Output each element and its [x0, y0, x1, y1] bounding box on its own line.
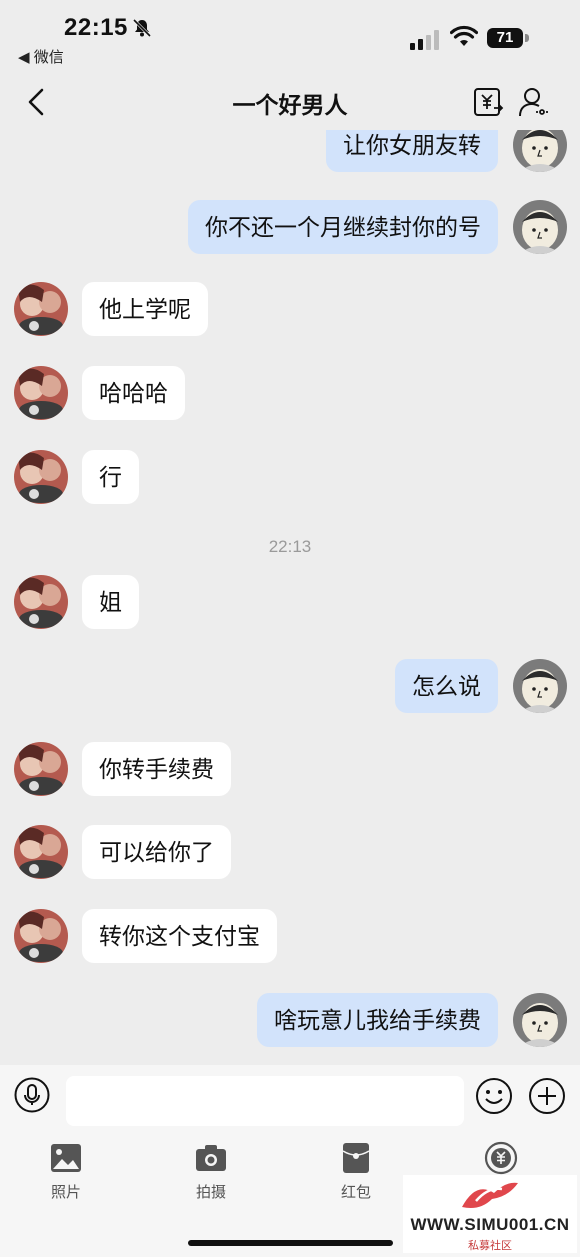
- outgoing-message-bubble[interactable]: 让你女朋友转: [326, 130, 498, 172]
- transfer-icon: [484, 1141, 518, 1175]
- my-avatar[interactable]: [513, 200, 567, 254]
- battery-indicator: 71: [487, 28, 523, 48]
- my-avatar[interactable]: [513, 130, 567, 172]
- incoming-message-bubble[interactable]: 哈哈哈: [82, 366, 185, 420]
- my-avatar[interactable]: [513, 659, 567, 713]
- contact-avatar[interactable]: [14, 366, 68, 420]
- contact-avatar[interactable]: [14, 825, 68, 879]
- red-packet-icon: [342, 1143, 370, 1173]
- more-plus-icon[interactable]: [528, 1077, 566, 1115]
- transfer-yuan-icon[interactable]: [472, 86, 504, 118]
- message-input[interactable]: [66, 1076, 464, 1126]
- bell-muted-icon: [132, 18, 152, 38]
- outgoing-message-bubble[interactable]: 啥玩意儿我给手续费: [257, 993, 498, 1047]
- camera-icon: [196, 1145, 226, 1171]
- tool-red-packet-label: 红包: [340, 1184, 371, 1201]
- incoming-message-bubble[interactable]: 可以给你了: [82, 825, 231, 879]
- incoming-message-bubble[interactable]: 转你这个支付宝: [82, 909, 277, 963]
- photo-icon: [51, 1144, 81, 1172]
- emoji-icon[interactable]: [475, 1077, 513, 1115]
- chat-header: 一个好男人: [0, 74, 580, 130]
- cellular-signal-icon: [410, 30, 439, 50]
- contact-avatar[interactable]: [14, 742, 68, 796]
- incoming-message-bubble[interactable]: 你转手续费: [82, 742, 231, 796]
- incoming-message-bubble[interactable]: 行: [82, 450, 139, 504]
- wifi-icon: [450, 25, 478, 46]
- contact-avatar[interactable]: [14, 909, 68, 963]
- contact-avatar[interactable]: [14, 575, 68, 629]
- input-bar: [0, 1065, 580, 1133]
- battery-cap: [525, 34, 529, 42]
- message-list[interactable]: 让你女朋友转你不还一个月继续封你的号他上学呢哈哈哈行 22:13 姐怎么说你转手续费…: [0, 130, 580, 1065]
- incoming-message-bubble[interactable]: 姐: [82, 575, 139, 629]
- my-avatar[interactable]: [513, 993, 567, 1047]
- incoming-message-bubble[interactable]: 他上学呢: [82, 282, 208, 336]
- tool-camera[interactable]: 拍摄: [171, 1141, 251, 1202]
- outgoing-message-bubble[interactable]: 怎么说: [395, 659, 498, 713]
- outgoing-message-bubble[interactable]: 你不还一个月继续封你的号: [188, 200, 498, 254]
- contact-avatar[interactable]: [14, 450, 68, 504]
- tool-photo[interactable]: 照片: [26, 1141, 106, 1202]
- person-profile-icon[interactable]: [518, 86, 550, 118]
- voice-input-icon[interactable]: [14, 1077, 50, 1113]
- contact-avatar[interactable]: [14, 282, 68, 336]
- tool-camera-label: 拍摄: [195, 1184, 226, 1201]
- timestamp: 22:13: [268, 537, 312, 556]
- status-time: 22:15: [64, 14, 128, 41]
- watermark-subtext: 私募社区: [468, 1240, 512, 1252]
- watermark-text: WWW.SIMU001.CN: [410, 1215, 570, 1234]
- watermark-logo-icon: [462, 1182, 518, 1208]
- tool-red-packet[interactable]: 红包: [316, 1141, 396, 1202]
- watermark: WWW.SIMU001.CN 私募社区: [403, 1175, 577, 1253]
- status-bar: 22:15 ◀ 微信 71: [0, 0, 580, 70]
- tool-photo-label: 照片: [50, 1184, 81, 1201]
- back-to-wechat[interactable]: ◀ 微信: [18, 46, 64, 67]
- home-indicator[interactable]: [188, 1240, 393, 1246]
